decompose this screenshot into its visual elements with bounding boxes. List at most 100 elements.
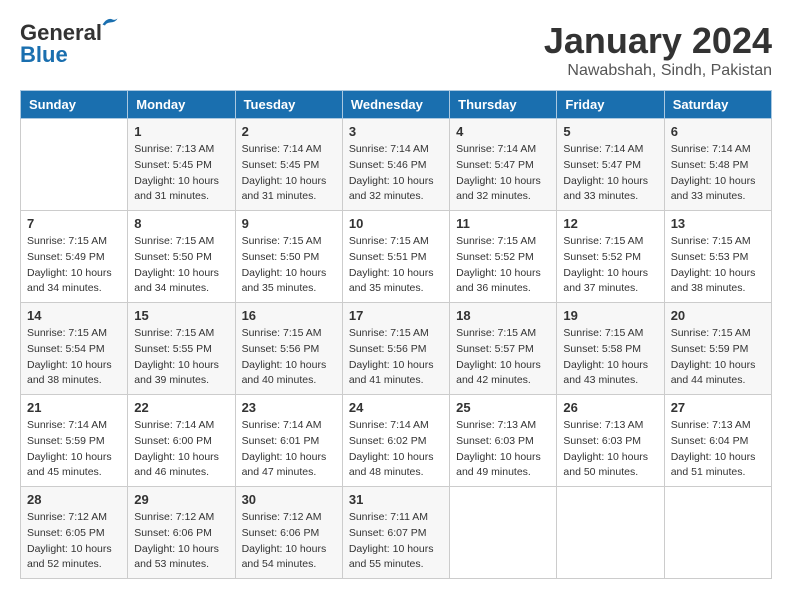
header-monday: Monday — [128, 91, 235, 119]
cell-info: Sunrise: 7:15 AM Sunset: 5:54 PM Dayligh… — [27, 326, 121, 389]
calendar-cell: 4 Sunrise: 7:14 AM Sunset: 5:47 PM Daylig… — [450, 119, 557, 211]
calendar-header-row: SundayMondayTuesdayWednesdayThursdayFrid… — [21, 91, 772, 119]
header-saturday: Saturday — [664, 91, 771, 119]
calendar-cell: 6 Sunrise: 7:14 AM Sunset: 5:48 PM Daylig… — [664, 119, 771, 211]
calendar-cell: 9 Sunrise: 7:15 AM Sunset: 5:50 PM Daylig… — [235, 211, 342, 303]
page-title: January 2024 — [544, 20, 772, 62]
calendar-cell: 26 Sunrise: 7:13 AM Sunset: 6:03 PM Dayli… — [557, 395, 664, 487]
cell-date-number: 27 — [671, 400, 765, 415]
cell-date-number: 6 — [671, 124, 765, 139]
logo-general: General — [20, 20, 102, 45]
calendar-cell: 17 Sunrise: 7:15 AM Sunset: 5:56 PM Dayli… — [342, 303, 449, 395]
calendar-cell: 3Sunrise: 7:14 AM Sunset: 5:46 PM Daylig… — [342, 119, 449, 211]
cell-date-number: 13 — [671, 216, 765, 231]
page-header: General Blue January 2024 Nawabshah, Sin… — [20, 20, 772, 80]
logo: General Blue — [20, 20, 102, 68]
cell-date-number: 16 — [242, 308, 336, 323]
cell-info: Sunrise: 7:14 AM Sunset: 5:45 PM Dayligh… — [242, 142, 336, 205]
header-sunday: Sunday — [21, 91, 128, 119]
cell-date-number: 10 — [349, 216, 443, 231]
cell-info: Sunrise: 7:15 AM Sunset: 5:58 PM Dayligh… — [563, 326, 657, 389]
calendar-cell — [557, 487, 664, 579]
cell-date-number: 19 — [563, 308, 657, 323]
cell-info: Sunrise: 7:14 AM Sunset: 6:02 PM Dayligh… — [349, 418, 443, 481]
calendar-cell: 11 Sunrise: 7:15 AM Sunset: 5:52 PM Dayli… — [450, 211, 557, 303]
cell-info: Sunrise: 7:15 AM Sunset: 5:51 PM Dayligh… — [349, 234, 443, 297]
header-wednesday: Wednesday — [342, 91, 449, 119]
header-tuesday: Tuesday — [235, 91, 342, 119]
cell-date-number: 12 — [563, 216, 657, 231]
cell-info: Sunrise: 7:15 AM Sunset: 5:53 PM Dayligh… — [671, 234, 765, 297]
calendar-cell: 21 Sunrise: 7:14 AM Sunset: 5:59 PM Dayli… — [21, 395, 128, 487]
cell-info: Sunrise: 7:15 AM Sunset: 5:52 PM Dayligh… — [563, 234, 657, 297]
cell-info: Sunrise: 7:14 AM Sunset: 6:01 PM Dayligh… — [242, 418, 336, 481]
cell-info: Sunrise: 7:13 AM Sunset: 6:04 PM Dayligh… — [671, 418, 765, 481]
calendar-week-4: 21 Sunrise: 7:14 AM Sunset: 5:59 PM Dayli… — [21, 395, 772, 487]
calendar-cell: 14 Sunrise: 7:15 AM Sunset: 5:54 PM Dayli… — [21, 303, 128, 395]
calendar-week-5: 28Sunrise: 7:12 AM Sunset: 6:05 PM Dayli… — [21, 487, 772, 579]
calendar-cell — [450, 487, 557, 579]
calendar-cell: 19 Sunrise: 7:15 AM Sunset: 5:58 PM Dayli… — [557, 303, 664, 395]
calendar-cell — [21, 119, 128, 211]
calendar-cell: 20 Sunrise: 7:15 AM Sunset: 5:59 PM Dayli… — [664, 303, 771, 395]
cell-date-number: 22 — [134, 400, 228, 415]
calendar-cell: 22 Sunrise: 7:14 AM Sunset: 6:00 PM Dayli… — [128, 395, 235, 487]
cell-info: Sunrise: 7:15 AM Sunset: 5:59 PM Dayligh… — [671, 326, 765, 389]
cell-info: Sunrise: 7:11 AM Sunset: 6:07 PM Dayligh… — [349, 510, 443, 573]
cell-info: Sunrise: 7:14 AM Sunset: 6:00 PM Dayligh… — [134, 418, 228, 481]
cell-info: Sunrise: 7:15 AM Sunset: 5:56 PM Dayligh… — [349, 326, 443, 389]
cell-date-number: 25 — [456, 400, 550, 415]
cell-info: Sunrise: 7:15 AM Sunset: 5:55 PM Dayligh… — [134, 326, 228, 389]
cell-info: Sunrise: 7:13 AM Sunset: 6:03 PM Dayligh… — [456, 418, 550, 481]
calendar-cell: 24 Sunrise: 7:14 AM Sunset: 6:02 PM Dayli… — [342, 395, 449, 487]
cell-date-number: 17 — [349, 308, 443, 323]
cell-info: Sunrise: 7:12 AM Sunset: 6:06 PM Dayligh… — [242, 510, 336, 573]
calendar-cell: 2 Sunrise: 7:14 AM Sunset: 5:45 PM Daylig… — [235, 119, 342, 211]
calendar-table: SundayMondayTuesdayWednesdayThursdayFrid… — [20, 90, 772, 579]
calendar-cell: 23Sunrise: 7:14 AM Sunset: 6:01 PM Dayli… — [235, 395, 342, 487]
calendar-cell: 16Sunrise: 7:15 AM Sunset: 5:56 PM Dayli… — [235, 303, 342, 395]
calendar-cell: 8 Sunrise: 7:15 AM Sunset: 5:50 PM Daylig… — [128, 211, 235, 303]
calendar-cell: 5 Sunrise: 7:14 AM Sunset: 5:47 PM Daylig… — [557, 119, 664, 211]
cell-info: Sunrise: 7:14 AM Sunset: 5:47 PM Dayligh… — [563, 142, 657, 205]
calendar-cell: 25 Sunrise: 7:13 AM Sunset: 6:03 PM Dayli… — [450, 395, 557, 487]
calendar-cell: 27 Sunrise: 7:13 AM Sunset: 6:04 PM Dayli… — [664, 395, 771, 487]
cell-info: Sunrise: 7:15 AM Sunset: 5:52 PM Dayligh… — [456, 234, 550, 297]
cell-date-number: 29 — [134, 492, 228, 507]
cell-info: Sunrise: 7:12 AM Sunset: 6:06 PM Dayligh… — [134, 510, 228, 573]
cell-date-number: 24 — [349, 400, 443, 415]
header-friday: Friday — [557, 91, 664, 119]
cell-info: Sunrise: 7:14 AM Sunset: 5:48 PM Dayligh… — [671, 142, 765, 205]
cell-info: Sunrise: 7:15 AM Sunset: 5:50 PM Dayligh… — [134, 234, 228, 297]
calendar-cell: 30Sunrise: 7:12 AM Sunset: 6:06 PM Dayli… — [235, 487, 342, 579]
cell-info: Sunrise: 7:14 AM Sunset: 5:47 PM Dayligh… — [456, 142, 550, 205]
cell-date-number: 2 — [242, 124, 336, 139]
cell-date-number: 26 — [563, 400, 657, 415]
calendar-cell: 12 Sunrise: 7:15 AM Sunset: 5:52 PM Dayli… — [557, 211, 664, 303]
calendar-cell: 15Sunrise: 7:15 AM Sunset: 5:55 PM Dayli… — [128, 303, 235, 395]
cell-date-number: 21 — [27, 400, 121, 415]
calendar-cell: 31 Sunrise: 7:11 AM Sunset: 6:07 PM Dayli… — [342, 487, 449, 579]
calendar-cell: 18Sunrise: 7:15 AM Sunset: 5:57 PM Dayli… — [450, 303, 557, 395]
cell-date-number: 11 — [456, 216, 550, 231]
cell-info: Sunrise: 7:14 AM Sunset: 5:59 PM Dayligh… — [27, 418, 121, 481]
calendar-week-2: 7Sunrise: 7:15 AM Sunset: 5:49 PM Daylig… — [21, 211, 772, 303]
cell-info: Sunrise: 7:14 AM Sunset: 5:46 PM Dayligh… — [349, 142, 443, 205]
cell-date-number: 14 — [27, 308, 121, 323]
cell-date-number: 4 — [456, 124, 550, 139]
cell-date-number: 9 — [242, 216, 336, 231]
cell-info: Sunrise: 7:13 AM Sunset: 6:03 PM Dayligh… — [563, 418, 657, 481]
calendar-week-3: 14 Sunrise: 7:15 AM Sunset: 5:54 PM Dayli… — [21, 303, 772, 395]
logo-bird-icon — [100, 14, 120, 30]
cell-date-number: 5 — [563, 124, 657, 139]
calendar-cell: 7Sunrise: 7:15 AM Sunset: 5:49 PM Daylig… — [21, 211, 128, 303]
cell-date-number: 31 — [349, 492, 443, 507]
cell-info: Sunrise: 7:12 AM Sunset: 6:05 PM Dayligh… — [27, 510, 121, 573]
cell-date-number: 8 — [134, 216, 228, 231]
calendar-cell: 10 Sunrise: 7:15 AM Sunset: 5:51 PM Dayli… — [342, 211, 449, 303]
cell-info: Sunrise: 7:15 AM Sunset: 5:50 PM Dayligh… — [242, 234, 336, 297]
cell-date-number: 18 — [456, 308, 550, 323]
cell-info: Sunrise: 7:13 AM Sunset: 5:45 PM Dayligh… — [134, 142, 228, 205]
calendar-week-1: 1Sunrise: 7:13 AM Sunset: 5:45 PM Daylig… — [21, 119, 772, 211]
cell-date-number: 20 — [671, 308, 765, 323]
